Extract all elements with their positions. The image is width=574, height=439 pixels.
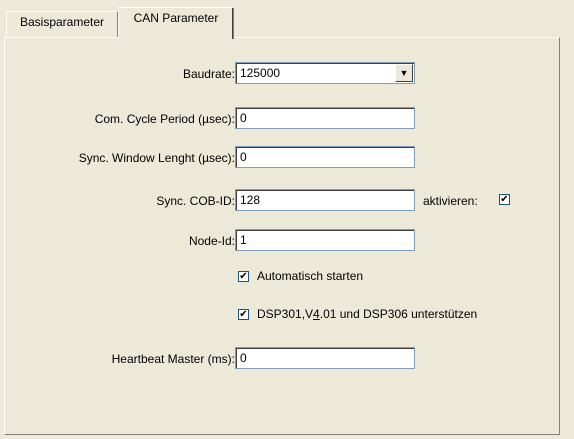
sync-cob-id-value: 128 [240,193,261,207]
com-cycle-value: 0 [240,111,247,125]
tab-can-parameter[interactable]: CAN Parameter [118,7,234,39]
auto-start-checkbox[interactable]: ✔ [238,271,249,282]
com-cycle-input[interactable]: 0 [235,107,415,129]
dsp-label: DSP301,V4.01 und DSP306 unterstützen [257,307,477,321]
tab-label: Basisparameter [19,15,105,29]
sync-cob-id-label: Sync. COB-ID: [156,194,235,208]
checkmark-icon: ✔ [239,271,248,282]
node-id-input[interactable]: 1 [235,229,415,251]
sync-cob-id-input[interactable]: 128 [235,189,415,211]
auto-start-label: Automatisch starten [257,269,364,283]
baudrate-label: Baudrate: [182,67,235,81]
dsp-checkbox[interactable]: ✔ [238,309,249,320]
sync-window-value: 0 [240,150,247,164]
aktivieren-checkbox[interactable]: ✔ [499,194,510,205]
tab-strip: Basisparameter CAN Parameter [0,0,574,40]
node-id-value: 1 [240,233,247,247]
com-cycle-label: Com. Cycle Period (µsec): [94,112,235,126]
dsp-label-post: .01 und DSP306 unterstützen [319,307,478,321]
baudrate-value: 125000 [240,66,281,80]
sync-window-input[interactable]: 0 [235,146,415,168]
dsp-label-pre: DSP301,V [257,307,314,321]
checkmark-icon: ✔ [500,194,509,205]
checkmark-icon: ✔ [239,309,248,320]
node-id-label: Node-Id: [188,234,235,248]
heartbeat-label: Heartbeat Master (ms): [111,352,235,366]
tab-basisparameter[interactable]: Basisparameter [6,11,118,37]
tab-label: CAN Parameter [133,11,219,25]
chevron-down-icon[interactable]: ▼ [395,64,413,82]
dsp-label-accelerator: 4 [313,307,320,321]
can-parameter-panel: Baudrate: 125000 ▼ Com. Cycle Period (µs… [4,37,560,435]
aktivieren-label: aktivieren: [423,194,478,208]
heartbeat-input[interactable]: 0 [235,347,415,369]
heartbeat-value: 0 [240,351,247,365]
sync-window-label: Sync. Window Lenght (µsec): [78,151,235,165]
baudrate-select[interactable]: 125000 ▼ [235,62,415,84]
